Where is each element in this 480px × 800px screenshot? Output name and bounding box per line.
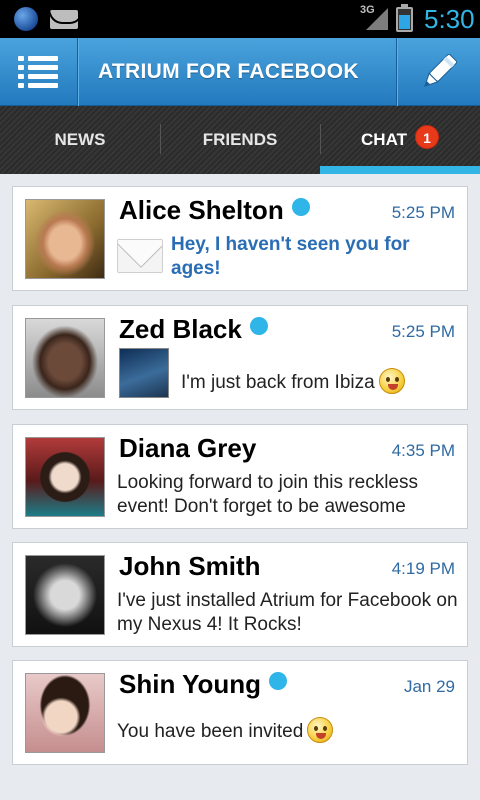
smiley-wink-emoji-icon (307, 717, 334, 743)
contact-name: Zed Black (119, 314, 268, 345)
envelope-icon (117, 239, 163, 273)
message-time: 4:19 PM (391, 559, 455, 578)
avatar (25, 437, 105, 517)
message-time: 4:35 PM (391, 441, 455, 460)
mail-notification-icon (50, 10, 78, 29)
unread-badge: 1 (414, 125, 439, 149)
smiley-tongue-emoji-icon (378, 368, 405, 394)
message-time: 5:25 PM (391, 322, 455, 341)
message-time: Jan 29 (403, 677, 455, 696)
online-indicator (249, 317, 268, 335)
signal-icon (366, 8, 388, 30)
list-item[interactable]: Alice Shelton 5:25 PM Hey, I haven't see… (12, 186, 468, 291)
globe-icon (14, 7, 38, 31)
message-preview: Looking forward to join this reckless ev… (117, 472, 418, 517)
avatar (25, 318, 105, 398)
tab-news[interactable]: NEWS (0, 106, 160, 174)
message-preview: Hey, I haven't seen you for ages! (171, 234, 410, 279)
avatar (25, 673, 105, 753)
contact-name: Shin Young (119, 669, 288, 700)
tab-bar: NEWS FRIENDS CHAT 1 (0, 106, 480, 174)
list-menu-icon (18, 56, 58, 88)
contact-name: John Smith (119, 551, 261, 581)
tab-friends-label: FRIENDS (202, 130, 278, 149)
online-indicator (269, 672, 288, 690)
status-time: 5:30 (424, 4, 475, 34)
message-preview: You have been invited (117, 717, 462, 744)
battery-icon (396, 4, 413, 32)
online-indicator (291, 198, 310, 216)
status-bar: 3G 5:30 (0, 0, 480, 38)
contact-name: Alice Shelton (119, 195, 310, 226)
avatar (25, 555, 105, 635)
menu-button[interactable] (0, 38, 78, 106)
compose-button[interactable] (396, 38, 480, 106)
list-item[interactable]: Shin Young Jan 29 You have been invited (12, 660, 468, 765)
list-item[interactable]: Zed Black 5:25 PM I'm just back from Ibi… (12, 305, 468, 410)
photo-thumbnail[interactable] (119, 348, 169, 398)
pencil-icon (424, 53, 458, 87)
app-bar: ATRIUM FOR FACEBOOK (0, 38, 480, 106)
avatar (25, 199, 105, 279)
list-item[interactable]: John Smith 4:19 PM I've just installed A… (12, 542, 468, 647)
contact-name: Diana Grey (119, 433, 257, 463)
list-item[interactable]: Diana Grey 4:35 PM Looking forward to jo… (12, 424, 468, 529)
tab-chat-label: CHAT (361, 130, 407, 149)
message-time: 5:25 PM (391, 203, 455, 222)
tab-news-label: NEWS (54, 130, 106, 149)
message-preview: I'm just back from Ibiza (181, 368, 461, 395)
tab-chat[interactable]: CHAT 1 (320, 106, 480, 174)
tab-friends[interactable]: FRIENDS (160, 106, 320, 174)
tab-selected-indicator (320, 166, 480, 174)
app-title: ATRIUM FOR FACEBOOK (98, 60, 359, 83)
message-preview: I've just installed Atrium for Facebook … (117, 590, 458, 635)
